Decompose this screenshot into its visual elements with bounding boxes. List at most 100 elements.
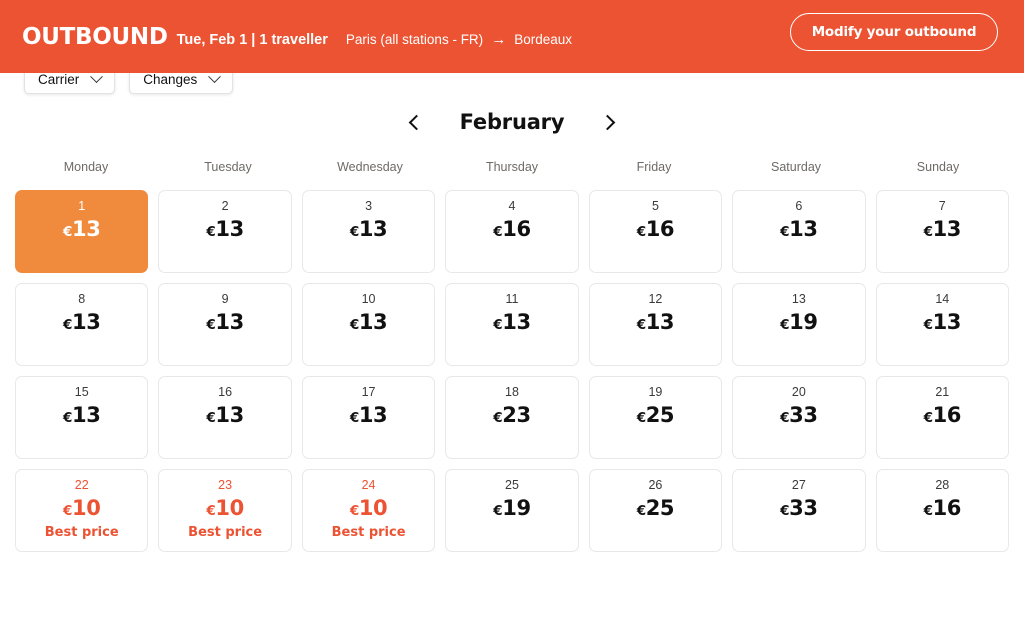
calendar-day-17[interactable]: 17€13 — [302, 376, 435, 459]
calendar-day-15[interactable]: 15€13 — [15, 376, 148, 459]
day-price: €19 — [780, 310, 817, 334]
calendar-day-24[interactable]: 24€10Best price — [302, 469, 435, 552]
calendar-cell-wrapper: 11€13 — [445, 283, 578, 376]
calendar-cell-wrapper: 25 €19 — [445, 469, 578, 562]
calendar-cell-wrapper: 18€23 — [445, 376, 578, 469]
day-number: 28 — [935, 479, 949, 493]
weekday-label-saturday: Saturday — [725, 160, 867, 174]
price-amount: 13 — [502, 310, 530, 334]
calendar-day-2[interactable]: 2€13 — [158, 190, 291, 273]
day-number: 14 — [935, 293, 949, 307]
calendar-day-21[interactable]: 21 €16 — [876, 376, 1009, 459]
price-amount: 23 — [502, 403, 530, 427]
price-amount: 13 — [215, 310, 243, 334]
calendar-day-8[interactable]: 8€13 — [15, 283, 148, 366]
calendar-day-19[interactable]: 19€25 — [589, 376, 722, 459]
day-price: €13 — [350, 217, 387, 241]
calendar-day-20[interactable]: 20€33 — [732, 376, 865, 459]
currency-symbol: € — [780, 410, 789, 426]
price-calendar-grid: 1€132€133€134€165€166€137€138€139€1310€1… — [15, 190, 1009, 562]
day-number: 16 — [218, 386, 232, 400]
calendar-cell-wrapper: 14€13 — [876, 283, 1009, 376]
day-number: 10 — [362, 293, 376, 307]
currency-symbol: € — [493, 224, 502, 240]
modify-outbound-button[interactable]: Modify your outbound — [790, 13, 998, 51]
calendar-day-9[interactable]: 9 €13 — [158, 283, 291, 366]
calendar-day-11[interactable]: 11€13 — [445, 283, 578, 366]
day-number: 8 — [78, 293, 85, 307]
day-price: €16 — [924, 403, 961, 427]
price-amount: 13 — [359, 403, 387, 427]
day-price: €10 — [63, 496, 100, 520]
calendar-day-14[interactable]: 14€13 — [876, 283, 1009, 366]
day-price: €13 — [206, 217, 243, 241]
calendar-day-18[interactable]: 18€23 — [445, 376, 578, 459]
page-title: OUTBOUND — [22, 24, 168, 50]
calendar-cell-wrapper: 17€13 — [302, 376, 435, 469]
calendar-day-16[interactable]: 16€13 — [158, 376, 291, 459]
day-price: €23 — [493, 403, 530, 427]
calendar-cell-wrapper: 1 €13 — [15, 190, 148, 283]
day-number: 20 — [792, 386, 806, 400]
currency-symbol: € — [493, 503, 502, 519]
next-month-button[interactable] — [596, 111, 618, 133]
calendar-day-7[interactable]: 7€13 — [876, 190, 1009, 273]
calendar-cell-wrapper: 28€16 — [876, 469, 1009, 562]
calendar-day-27[interactable]: 27€33 — [732, 469, 865, 552]
price-amount: 16 — [502, 217, 530, 241]
calendar-day-5[interactable]: 5€16 — [589, 190, 722, 273]
price-amount: 13 — [72, 403, 100, 427]
day-number: 21 — [935, 386, 949, 400]
price-amount: 13 — [72, 217, 100, 241]
day-number: 25 — [505, 479, 519, 493]
day-price: €16 — [493, 217, 530, 241]
currency-symbol: € — [206, 224, 215, 240]
currency-symbol: € — [350, 503, 359, 519]
currency-symbol: € — [637, 410, 646, 426]
calendar-day-25[interactable]: 25 €19 — [445, 469, 578, 552]
calendar-day-4[interactable]: 4€16 — [445, 190, 578, 273]
price-amount: 16 — [933, 496, 961, 520]
calendar-cell-wrapper: 13€19 — [732, 283, 865, 376]
chevron-right-icon — [600, 114, 616, 130]
calendar-day-22[interactable]: 22€10Best price — [15, 469, 148, 552]
currency-symbol: € — [206, 317, 215, 333]
calendar-day-26[interactable]: 26€25 — [589, 469, 722, 552]
previous-month-button[interactable] — [406, 111, 428, 133]
price-amount: 13 — [933, 217, 961, 241]
arrow-right-icon: → — [491, 32, 506, 47]
weekday-label-tuesday: Tuesday — [157, 160, 299, 174]
price-amount: 13 — [359, 217, 387, 241]
day-price: €19 — [493, 496, 530, 520]
calendar-day-12[interactable]: 12€13 — [589, 283, 722, 366]
calendar-day-6[interactable]: 6€13 — [732, 190, 865, 273]
calendar-day-10[interactable]: 10€13 — [302, 283, 435, 366]
day-number: 23 — [218, 479, 232, 493]
calendar-day-28[interactable]: 28€16 — [876, 469, 1009, 552]
currency-symbol: € — [206, 410, 215, 426]
calendar-day-13[interactable]: 13€19 — [732, 283, 865, 366]
calendar-cell-wrapper: 8€13 — [15, 283, 148, 376]
day-price: €13 — [350, 310, 387, 334]
day-number: 9 — [222, 293, 229, 307]
day-number: 11 — [506, 293, 519, 307]
price-amount: 13 — [359, 310, 387, 334]
weekday-label-wednesday: Wednesday — [299, 160, 441, 174]
calendar-cell-wrapper: 21 €16 — [876, 376, 1009, 469]
price-amount: 33 — [789, 403, 817, 427]
calendar-day-3[interactable]: 3€13 — [302, 190, 435, 273]
currency-symbol: € — [350, 224, 359, 240]
weekday-header-row: MondayTuesdayWednesdayThursdayFridaySatu… — [15, 160, 1009, 174]
calendar-day-23[interactable]: 23€10Best price — [158, 469, 291, 552]
day-number: 1 — [78, 200, 85, 214]
calendar-day-1[interactable]: 1 €13 — [15, 190, 148, 273]
currency-symbol: € — [350, 317, 359, 333]
day-price: €13 — [63, 310, 100, 334]
price-amount: 13 — [789, 217, 817, 241]
currency-symbol: € — [924, 410, 933, 426]
filter-changes-label: Changes — [143, 72, 197, 87]
day-price: €13 — [780, 217, 817, 241]
currency-symbol: € — [780, 503, 789, 519]
calendar-cell-wrapper: 22€10Best price — [15, 469, 148, 562]
day-price: €13 — [63, 217, 100, 241]
